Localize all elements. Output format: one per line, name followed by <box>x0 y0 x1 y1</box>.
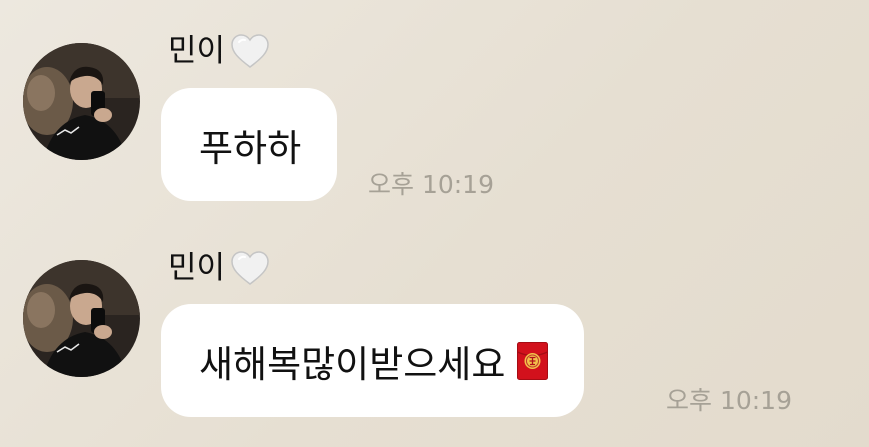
avatar[interactable] <box>23 260 140 377</box>
profile-photo <box>23 260 140 377</box>
message-bubble[interactable]: 새해복많이받으세요 <box>161 304 585 417</box>
message-text: 새해복많이받으세요 <box>199 342 506 386</box>
white-heart-icon <box>231 251 269 285</box>
message-text: 푸하하 <box>199 126 302 170</box>
red-envelope-icon <box>517 341 549 380</box>
white-heart-icon <box>231 34 269 68</box>
profile-photo <box>23 43 140 160</box>
avatar[interactable] <box>23 43 140 160</box>
message-bubble[interactable]: 푸하하 <box>161 88 338 201</box>
sender-name-text: 민이 <box>168 33 226 69</box>
sender-name: 민이 <box>168 33 270 69</box>
message-timestamp: 오후 10:19 <box>368 170 494 199</box>
sender-name: 민이 <box>168 250 270 286</box>
sender-name-text: 민이 <box>168 250 226 286</box>
message-timestamp: 오후 10:19 <box>666 386 792 415</box>
